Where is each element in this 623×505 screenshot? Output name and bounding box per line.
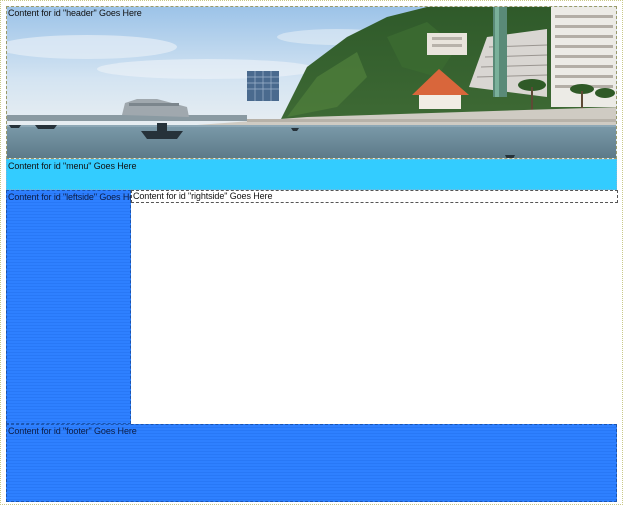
leftside-label: Content for id "leftside" Goes Here <box>8 192 142 202</box>
rightside-label: Content for id "rightside" Goes Here <box>133 191 273 201</box>
rightside-region: Content for id "rightside" Goes Here <box>131 190 618 203</box>
header-region: Content for id "header" Goes Here <box>6 6 617 159</box>
header-seaside-photo <box>7 7 616 158</box>
header-label: Content for id "header" Goes Here <box>8 8 142 18</box>
leftside-region: Content for id "leftside" Goes Here <box>6 190 142 424</box>
footer-label: Content for id "footer" Goes Here <box>8 426 137 436</box>
menu-region: Content for id "menu" Goes Here <box>6 159 617 190</box>
footer-region: Content for id "footer" Goes Here <box>6 424 617 502</box>
rightside-content-area <box>131 203 618 424</box>
menu-label: Content for id "menu" Goes Here <box>8 161 137 171</box>
